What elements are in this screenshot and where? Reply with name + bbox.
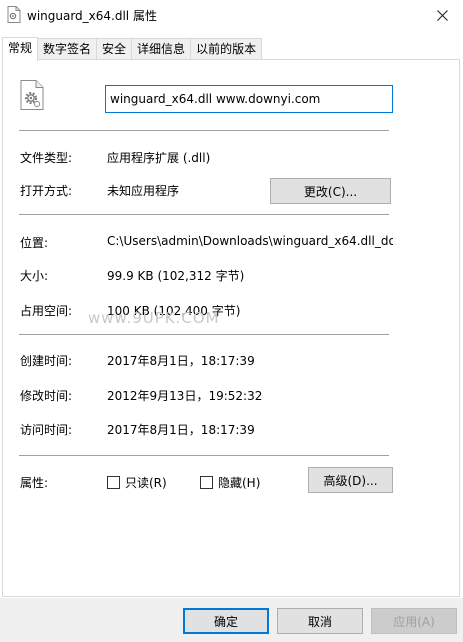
modified-value: 2012年9月13日，19:52:32 [107, 389, 263, 403]
hidden-checkbox[interactable]: 隐藏(H) [200, 474, 260, 491]
tab-security[interactable]: 安全 [96, 38, 133, 60]
window-title: winguard_x64.dll 属性 [27, 9, 157, 23]
attributes-label: 属性: [20, 476, 49, 490]
tab-previous-versions[interactable]: 以前的版本 [190, 38, 263, 60]
created-value: 2017年8月1日，18:17:39 [107, 354, 255, 368]
apply-button[interactable]: 应用(A) [371, 608, 457, 634]
checkbox-box[interactable] [200, 476, 213, 489]
dialog-footer: 确定 取消 应用(A) [0, 598, 463, 642]
filename-input[interactable] [105, 85, 393, 113]
open-with-value: 未知应用程序 [107, 184, 180, 198]
readonly-checkbox[interactable]: 只读(R) [107, 474, 167, 491]
separator [19, 334, 389, 335]
close-icon [436, 9, 448, 21]
size-value: 99.9 KB (102,312 字节) [107, 269, 245, 283]
dll-file-icon [7, 6, 21, 23]
accessed-label: 访问时间: [20, 423, 73, 437]
change-button[interactable]: 更改(C)... [270, 178, 391, 204]
tab-strip: 常规 数字签名 安全 详细信息 以前的版本 [2, 37, 263, 61]
tab-digital-signatures[interactable]: 数字签名 [37, 38, 98, 60]
disk-size-label: 占用空间: [20, 304, 73, 318]
advanced-button[interactable]: 高级(D)... [308, 467, 393, 493]
tab-details[interactable]: 详细信息 [131, 38, 192, 60]
accessed-value: 2017年8月1日，18:17:39 [107, 423, 255, 437]
dll-file-icon [20, 80, 44, 110]
close-button[interactable] [429, 3, 455, 27]
cancel-button[interactable]: 取消 [277, 608, 363, 634]
separator [19, 455, 389, 456]
created-label: 创建时间: [20, 354, 73, 368]
watermark: www.9UPK.COM [88, 309, 220, 327]
file-type-label: 文件类型: [20, 151, 73, 165]
tab-general[interactable]: 常规 [2, 37, 39, 61]
location-value: C:\Users\admin\Downloads\winguard_x64.dl… [107, 234, 393, 248]
file-type-value: 应用程序扩展 (.dll) [107, 151, 211, 165]
size-label: 大小: [20, 269, 49, 283]
checkbox-box[interactable] [107, 476, 120, 489]
separator [19, 130, 389, 131]
separator [19, 214, 389, 215]
title-bar: winguard_x64.dll 属性 [0, 0, 463, 30]
modified-label: 修改时间: [20, 389, 73, 403]
readonly-label: 只读(R) [125, 476, 167, 490]
general-tab-panel [2, 59, 460, 597]
ok-button[interactable]: 确定 [183, 608, 269, 634]
location-label: 位置: [20, 236, 49, 250]
hidden-label: 隐藏(H) [218, 476, 261, 490]
open-with-label: 打开方式: [20, 184, 73, 198]
